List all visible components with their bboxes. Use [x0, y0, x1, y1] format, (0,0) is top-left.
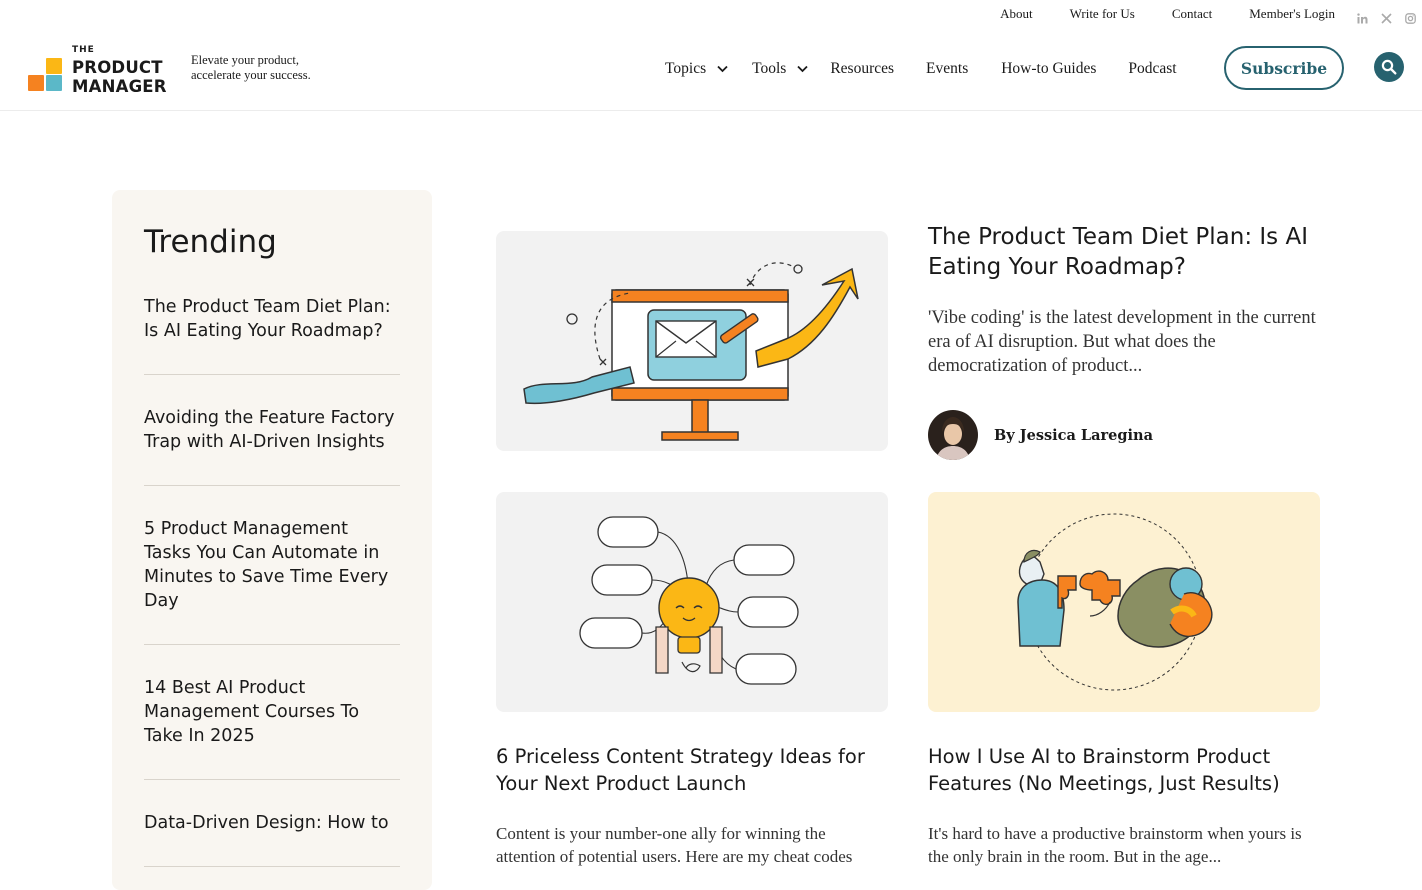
author-name: By Jessica Laregina [994, 426, 1153, 444]
article-card-excerpt: Content is your number-one ally for winn… [496, 824, 853, 866]
x-twitter-icon[interactable] [1381, 9, 1392, 24]
logo-manager: MANAGER [72, 77, 167, 96]
about-link[interactable]: About [1000, 6, 1033, 22]
chevron-down-icon [717, 60, 728, 78]
search-button[interactable] [1374, 52, 1404, 82]
logo-product: PRODUCT [72, 58, 163, 77]
tagline-line-1: Elevate your product, [191, 53, 299, 67]
utility-bar: About Write for Us Contact Member's Logi… [1000, 6, 1422, 24]
article-card-image[interactable] [496, 492, 888, 712]
trending-item[interactable]: The Product Team Diet Plan: Is AI Eating… [144, 295, 400, 375]
nav-resources[interactable]: Resources [830, 60, 894, 78]
site-header: THE PRODUCT MANAGER Elevate your product… [0, 30, 1422, 111]
tagline-line-2: accelerate your success. [191, 68, 311, 82]
nav-tools-label: Tools [752, 60, 787, 77]
tagline: Elevate your product, accelerate your su… [191, 53, 311, 83]
search-icon [1381, 59, 1397, 75]
nav-tools[interactable]: Tools [752, 60, 808, 78]
logo-the: THE [72, 45, 95, 55]
article-card-image[interactable] [928, 492, 1320, 712]
article-card-title[interactable]: 6 Priceless Content Strategy Ideas for Y… [496, 743, 888, 797]
featured-article-excerpt: 'Vibe coding' is the latest development … [928, 308, 1316, 376]
social-links [1357, 9, 1416, 24]
nav-topics[interactable]: Topics [665, 60, 728, 78]
chevron-down-icon [797, 60, 808, 78]
trending-heading: Trending [144, 224, 277, 260]
write-for-us-link[interactable]: Write for Us [1070, 6, 1135, 22]
logo-mark-icon [28, 58, 64, 92]
nav-podcast[interactable]: Podcast [1128, 60, 1176, 78]
nav-topics-label: Topics [665, 60, 707, 77]
contact-link[interactable]: Contact [1172, 6, 1212, 22]
nav-how-to-guides[interactable]: How-to Guides [1001, 60, 1096, 78]
trending-panel: Trending The Product Team Diet Plan: Is … [112, 190, 432, 890]
site-logo[interactable]: THE PRODUCT MANAGER [28, 46, 167, 96]
featured-article-author[interactable]: By Jessica Laregina [928, 410, 1153, 460]
article-card-title[interactable]: How I Use AI to Brainstorm Product Featu… [928, 743, 1320, 797]
featured-article-title[interactable]: The Product Team Diet Plan: Is AI Eating… [928, 222, 1320, 282]
logo-wordmark: THE PRODUCT MANAGER [72, 45, 167, 97]
trending-item[interactable]: 5 Product Management Tasks You Can Autom… [144, 517, 400, 645]
main-nav: Topics Tools Resources Events How-to Gui… [665, 60, 1177, 78]
author-avatar [928, 410, 978, 460]
article-card-excerpt: It's hard to have a productive brainstor… [928, 824, 1302, 866]
trending-item[interactable]: Data-Driven Design: How to [144, 811, 400, 867]
members-login-link[interactable]: Member's Login [1249, 6, 1335, 22]
trending-item[interactable]: 14 Best AI Product Management Courses To… [144, 676, 400, 780]
trending-item[interactable]: Avoiding the Feature Factory Trap with A… [144, 406, 400, 486]
linkedin-icon[interactable] [1357, 9, 1368, 23]
featured-article-image[interactable] [496, 231, 888, 451]
nav-events[interactable]: Events [926, 60, 968, 78]
subscribe-button[interactable]: Subscribe [1224, 46, 1344, 90]
instagram-icon[interactable] [1405, 9, 1416, 24]
